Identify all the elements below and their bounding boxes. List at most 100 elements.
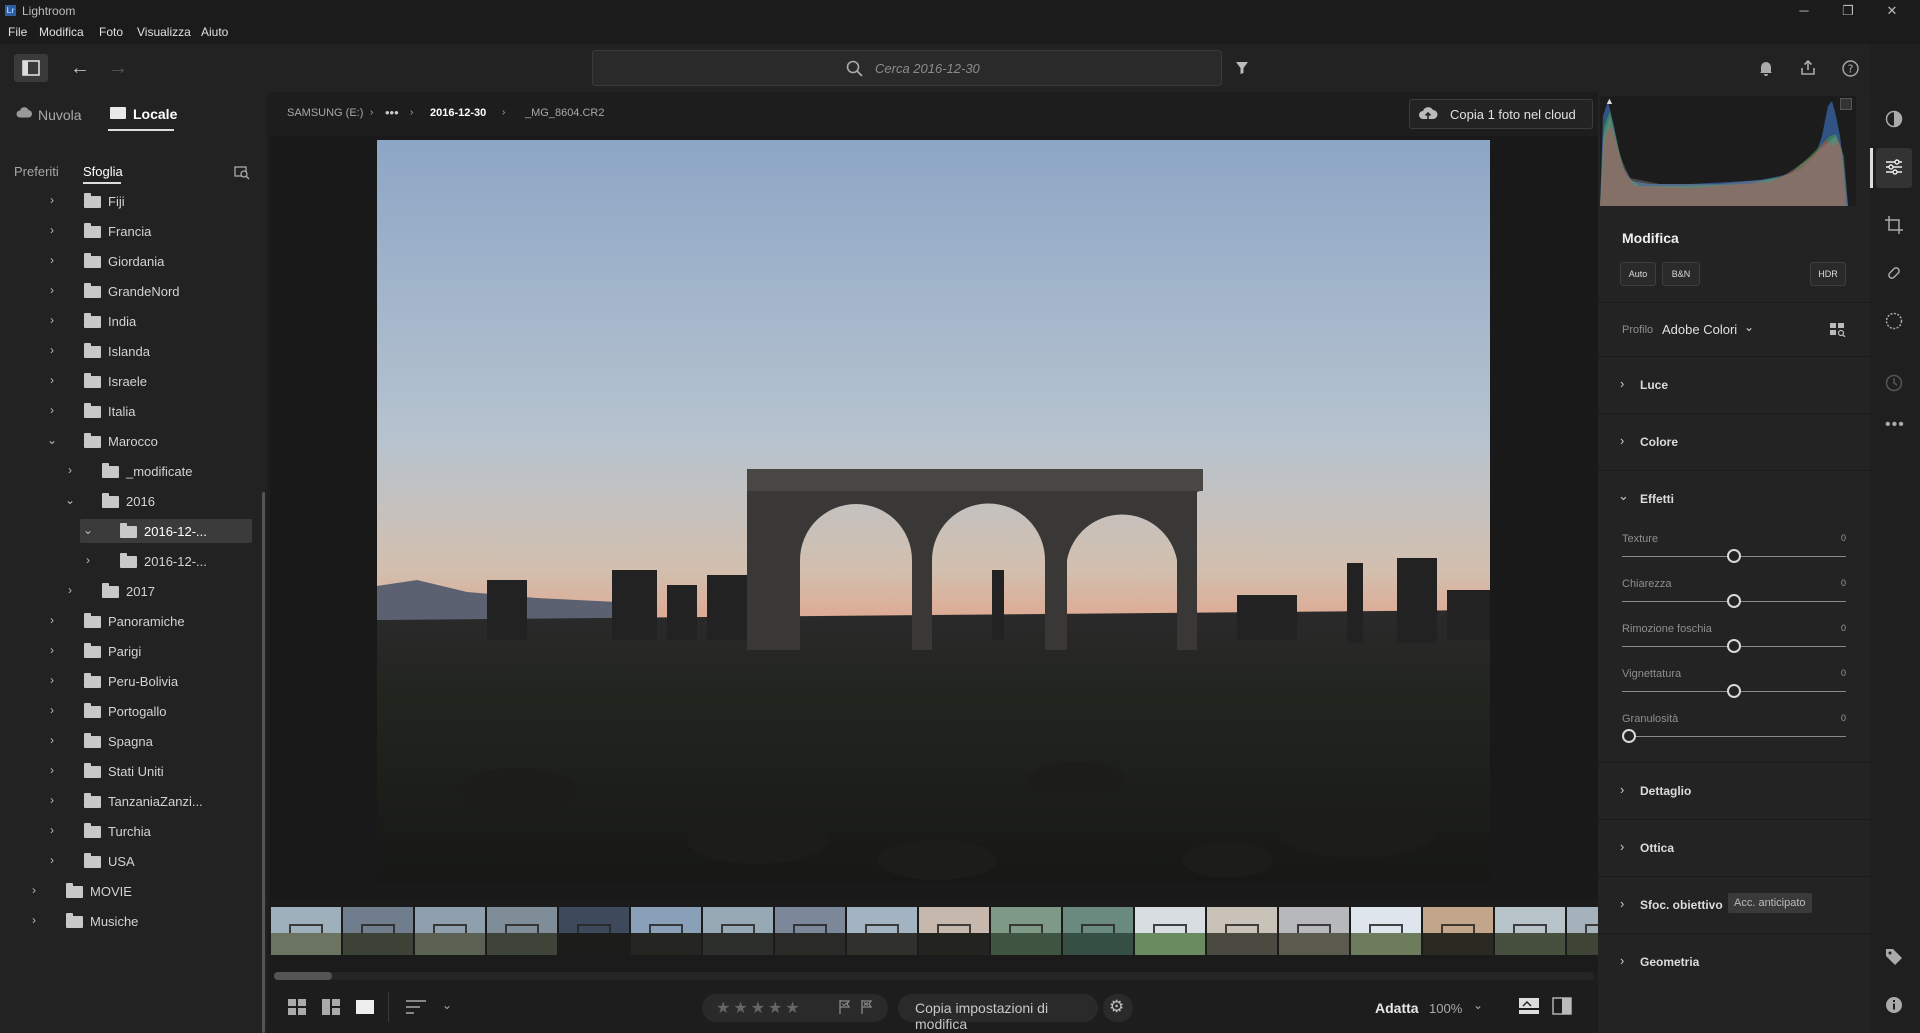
chevron-right-icon[interactable]: › [46,643,58,659]
star-rating[interactable]: ★★★★★ [716,998,803,1018]
more-options-icon[interactable]: ••• [1885,416,1905,434]
folder-item[interactable]: › Turchia [0,817,262,847]
filmstrip-thumbnail[interactable] [631,907,701,955]
menu-aiuto[interactable]: Aiuto [201,25,228,39]
folder-item[interactable]: › Musiche [0,907,262,937]
bw-button[interactable]: B&N [1662,262,1700,286]
breadcrumb-folder[interactable]: 2016-12-30 [430,107,486,119]
filmstrip-thumbnail[interactable] [559,907,629,955]
chevron-right-icon[interactable]: › [46,343,58,359]
chevron-right-icon[interactable]: › [46,313,58,329]
restore-button[interactable]: ❐ [1828,2,1868,20]
chevron-right-icon[interactable]: › [46,403,58,419]
chevron-right-icon[interactable]: › [46,763,58,779]
chevron-right-icon[interactable]: › [46,253,58,269]
zoom-chevron-down-icon[interactable]: ⌄ [1473,998,1483,1012]
minimize-button[interactable]: ─ [1784,2,1824,20]
presets-icon[interactable] [1885,110,1903,131]
filmstrip-scrollbar[interactable] [274,972,1594,980]
folder-item[interactable]: › Panoramiche [0,607,262,637]
info-icon[interactable] [1885,996,1903,1017]
folder-item[interactable]: › 2017 [0,577,262,607]
profile-browser-icon[interactable] [1830,323,1846,340]
chevron-down-icon[interactable]: ⌄ [64,493,76,509]
slider-knob[interactable] [1727,549,1741,563]
optics-section[interactable]: › Ottica [1598,819,1870,876]
filmstrip-thumbnail[interactable] [1063,907,1133,955]
folder-item[interactable]: › Francia [0,217,262,247]
folder-item[interactable]: ⌄ 2016-12-... [0,517,262,547]
folder-item[interactable]: › Islanda [0,337,262,367]
filmstrip-thumbnail[interactable] [919,907,989,955]
filmstrip-thumbnail[interactable] [1351,907,1421,955]
slider-value[interactable]: 0 [1841,623,1846,633]
folder-item[interactable]: › Giordania [0,247,262,277]
folder-item[interactable]: › MOVIE [0,877,262,907]
filmstrip-thumbnail[interactable] [1207,907,1277,955]
folder-item[interactable]: ⌄ Marocco [0,427,262,457]
slider-knob[interactable] [1727,684,1741,698]
folder-item[interactable]: › USA [0,847,262,877]
filmstrip-thumbnail[interactable] [1135,907,1205,955]
folder-item[interactable]: › Peru-Bolivia [0,667,262,697]
slider-track[interactable] [1622,736,1846,737]
square-grid-view-icon[interactable] [322,999,340,1018]
filmstrip-thumbnail[interactable] [847,907,917,955]
folder-item[interactable]: › Stati Uniti [0,757,262,787]
filmstrip-thumbnail[interactable] [991,907,1061,955]
chevron-right-icon[interactable]: › [46,703,58,719]
tab-cloud[interactable]: Nuvola [38,107,82,123]
chevron-right-icon[interactable]: › [46,853,58,869]
tag-icon[interactable] [1885,948,1903,969]
filmstrip-thumbnail[interactable] [343,907,413,955]
subtab-browse[interactable]: Sfoglia [83,164,123,179]
chevron-down-icon[interactable]: ⌄ [82,523,94,539]
help-icon[interactable]: ? [1838,56,1862,80]
filmstrip-thumbnail[interactable] [1495,907,1565,955]
filter-icon[interactable] [1230,56,1254,80]
filmstrip-thumbnail[interactable] [271,907,341,955]
forward-arrow-icon[interactable]: → [106,54,130,82]
slider-knob[interactable] [1622,729,1636,743]
copy-settings-button[interactable]: Copia impostazioni di modifica [898,994,1098,1032]
slider-value[interactable]: 0 [1841,578,1846,588]
folder-item[interactable]: › Portogallo [0,697,262,727]
chevron-right-icon[interactable]: › [46,613,58,629]
folder-item[interactable]: › Spagna [0,727,262,757]
flag-reject-icon[interactable] [860,999,874,1018]
filmstrip-thumbnail[interactable] [487,907,557,955]
detail-view-icon[interactable] [356,999,374,1018]
breadcrumb-more[interactable]: ••• [385,105,399,120]
chevron-right-icon[interactable]: › [46,793,58,809]
filmstrip-thumbnail[interactable] [1279,907,1349,955]
sort-icon[interactable] [406,1000,426,1017]
close-button[interactable]: ✕ [1872,2,1912,20]
zoom-fit-button[interactable]: Adatta [1375,1000,1419,1016]
folder-tree-scrollbar[interactable] [262,492,265,1033]
highlight-clipping-icon[interactable] [1840,98,1852,110]
copy-to-cloud-button[interactable]: Copia 1 foto nel cloud [1409,99,1593,129]
profile-dropdown[interactable]: Adobe Colori [1662,322,1737,337]
folder-item[interactable]: › Italia [0,397,262,427]
filmstrip-thumbnail[interactable] [415,907,485,955]
back-arrow-icon[interactable]: ← [68,54,92,82]
chevron-right-icon[interactable]: › [28,883,40,899]
panel-toggle-icon[interactable] [14,54,48,82]
sort-chevron-down-icon[interactable]: ⌄ [442,998,452,1012]
chevron-right-icon[interactable]: › [64,463,76,479]
bell-icon[interactable] [1754,56,1778,80]
grid-view-icon[interactable] [288,999,306,1018]
chevron-right-icon[interactable]: › [46,223,58,239]
chevron-right-icon[interactable]: › [46,823,58,839]
compare-view-icon[interactable] [1552,997,1572,1018]
chevron-right-icon[interactable]: › [82,553,94,569]
hdr-button[interactable]: HDR [1810,262,1846,286]
auto-button[interactable]: Auto [1620,262,1656,286]
filmstrip-scroll-thumb[interactable] [274,972,332,980]
light-section[interactable]: › Luce [1598,356,1870,413]
folder-item[interactable]: › Israele [0,367,262,397]
folder-item[interactable]: › TanzaniaZanzi... [0,787,262,817]
chevron-right-icon[interactable]: › [28,913,40,929]
slider-value[interactable]: 0 [1841,533,1846,543]
profile-chevron-down-icon[interactable]: ⌄ [1744,320,1754,334]
